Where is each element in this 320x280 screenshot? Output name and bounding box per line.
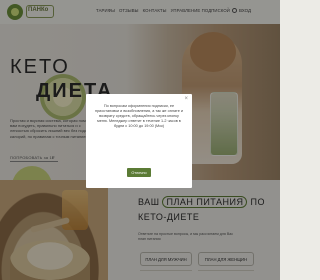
close-icon[interactable]: × (184, 96, 188, 102)
modal-message: По вопросам оформления подписки, ее прио… (94, 104, 183, 128)
ok-button[interactable]: Отлично (127, 168, 151, 177)
info-modal: × По вопросам оформления подписки, ее пр… (86, 94, 192, 188)
